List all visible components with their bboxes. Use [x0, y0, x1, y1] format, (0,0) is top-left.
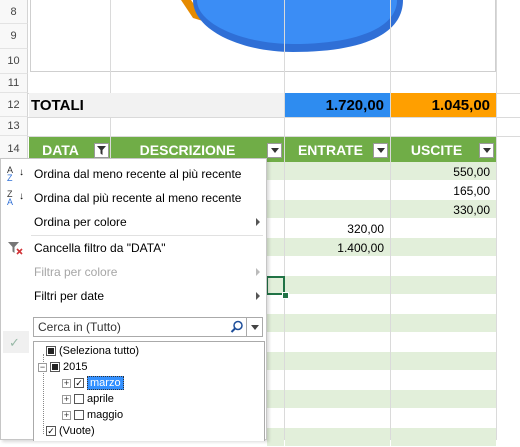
tree-node-month[interactable]: + maggio: [62, 407, 123, 423]
table-cell[interactable]: [391, 352, 496, 371]
table-cell[interactable]: [285, 352, 390, 371]
clear-filter-icon: [7, 240, 23, 256]
tree-node-select-all[interactable]: (Seleziona tutto): [46, 343, 139, 359]
search-input[interactable]: Cerca in (Tutto): [33, 317, 263, 337]
date-filters-item[interactable]: Filtri per date: [1, 284, 266, 308]
table-cell[interactable]: [267, 162, 284, 181]
clear-filter-item[interactable]: Cancella filtro da "DATA": [1, 236, 266, 260]
table-cell[interactable]: [267, 200, 284, 219]
row-header-13[interactable]: 13: [0, 117, 28, 136]
table-cell[interactable]: [285, 200, 390, 219]
unchecked-checkbox[interactable]: [74, 394, 84, 404]
table-cell[interactable]: [285, 181, 390, 200]
table-cell[interactable]: [391, 238, 496, 257]
table-cell[interactable]: [391, 314, 496, 333]
filter-active-button[interactable]: [94, 143, 109, 158]
chevron-down-icon: [376, 148, 385, 153]
row-header-12[interactable]: 12: [0, 93, 28, 117]
filter-by-color-item[interactable]: Filtra per colore: [1, 260, 266, 284]
table-cell[interactable]: [391, 428, 496, 447]
totals-label[interactable]: TOTALI: [31, 93, 141, 117]
tree-node-empty[interactable]: ✓ (Vuote): [46, 423, 95, 439]
chart-area: [30, 0, 496, 72]
totals-entrate[interactable]: 1.720,00: [285, 93, 390, 117]
table-cell[interactable]: [267, 314, 284, 333]
filter-dropdown-button[interactable]: [479, 143, 494, 158]
totals-uscite[interactable]: 1.045,00: [391, 93, 496, 117]
table-cell[interactable]: [391, 333, 496, 352]
grid-line: [496, 0, 497, 440]
filter-funnel-icon: [97, 146, 106, 155]
expand-icon[interactable]: +: [62, 378, 71, 388]
table-cell[interactable]: [267, 428, 284, 447]
chevron-right-icon: [256, 268, 260, 276]
table-cell[interactable]: [285, 428, 390, 447]
uscite-cell[interactable]: 165,00: [391, 181, 496, 200]
table-cell[interactable]: [267, 219, 284, 238]
chevron-down-icon: [250, 324, 259, 330]
table-cell[interactable]: [267, 409, 284, 428]
chevron-down-icon: [270, 148, 279, 153]
value-tree: (Seleziona tutto) − 2015 + ✓ marzo + apr…: [33, 341, 265, 441]
table-cell[interactable]: [285, 333, 390, 352]
search-icon[interactable]: [230, 320, 244, 337]
table-cell[interactable]: [267, 181, 284, 200]
unchecked-checkbox[interactable]: [74, 410, 84, 420]
uscite-cell[interactable]: 550,00: [391, 162, 496, 181]
search-dropdown-button[interactable]: [246, 318, 262, 336]
checked-checkbox[interactable]: ✓: [74, 378, 84, 388]
row-header-8[interactable]: 8: [0, 0, 28, 24]
table-cell[interactable]: [391, 295, 496, 314]
table-cell[interactable]: [285, 409, 390, 428]
row-header-11[interactable]: 11: [0, 74, 28, 93]
entrate-cell[interactable]: 1.400,00: [285, 238, 390, 257]
chevron-down-icon: [482, 148, 491, 153]
table-cell[interactable]: [267, 390, 284, 409]
table-cell[interactable]: [285, 390, 390, 409]
table-cell[interactable]: [267, 257, 284, 276]
expand-icon[interactable]: +: [62, 394, 71, 404]
sort-desc-item[interactable]: ZA ↓ Ordina dal più recente al meno rece…: [1, 186, 266, 210]
row-header-10[interactable]: 10: [0, 49, 28, 74]
table-cell[interactable]: [267, 352, 284, 371]
partial-checkbox[interactable]: [46, 346, 56, 356]
expand-icon[interactable]: +: [62, 410, 71, 420]
table-cell[interactable]: [285, 276, 390, 295]
checked-checkbox[interactable]: ✓: [46, 426, 56, 436]
partial-checkbox[interactable]: [50, 362, 60, 372]
table-cell[interactable]: [285, 162, 390, 181]
table-cell[interactable]: [267, 238, 284, 257]
grid-line: [28, 117, 520, 118]
chevron-right-icon: [256, 218, 260, 226]
tree-node-month[interactable]: + aprile: [62, 391, 114, 407]
uscite-cell[interactable]: 330,00: [391, 200, 496, 219]
table-cell[interactable]: [285, 314, 390, 333]
table-cell[interactable]: [391, 409, 496, 428]
table-cell[interactable]: [391, 371, 496, 390]
autofilter-menu: AZ ↓ Ordina dal meno recente al più rece…: [0, 158, 267, 441]
table-cell[interactable]: [285, 295, 390, 314]
chevron-right-icon: [256, 292, 260, 300]
table-cell[interactable]: [391, 257, 496, 276]
table-cell[interactable]: [391, 276, 496, 295]
check-mark-highlight: [3, 331, 29, 353]
filter-dropdown-button[interactable]: [267, 143, 282, 158]
row-header-9[interactable]: 9: [0, 24, 28, 49]
tree-node-year[interactable]: − 2015: [38, 359, 87, 375]
fill-handle[interactable]: [282, 292, 289, 299]
table-cell[interactable]: [285, 257, 390, 276]
pie-chart-fragment: [181, 0, 403, 52]
collapse-icon[interactable]: −: [38, 362, 47, 372]
table-cell[interactable]: [285, 371, 390, 390]
table-cell[interactable]: [267, 371, 284, 390]
table-cell[interactable]: [391, 219, 496, 238]
entrate-cell[interactable]: 320,00: [285, 219, 390, 238]
search-placeholder: Cerca in (Tutto): [38, 320, 121, 334]
table-cell[interactable]: [267, 333, 284, 352]
sort-asc-item[interactable]: AZ ↓ Ordina dal meno recente al più rece…: [1, 162, 266, 186]
table-cell[interactable]: [391, 390, 496, 409]
sort-by-color-item[interactable]: Ordina per colore: [1, 210, 266, 234]
tree-node-month[interactable]: + ✓ marzo: [62, 375, 124, 391]
filter-dropdown-button[interactable]: [373, 143, 388, 158]
